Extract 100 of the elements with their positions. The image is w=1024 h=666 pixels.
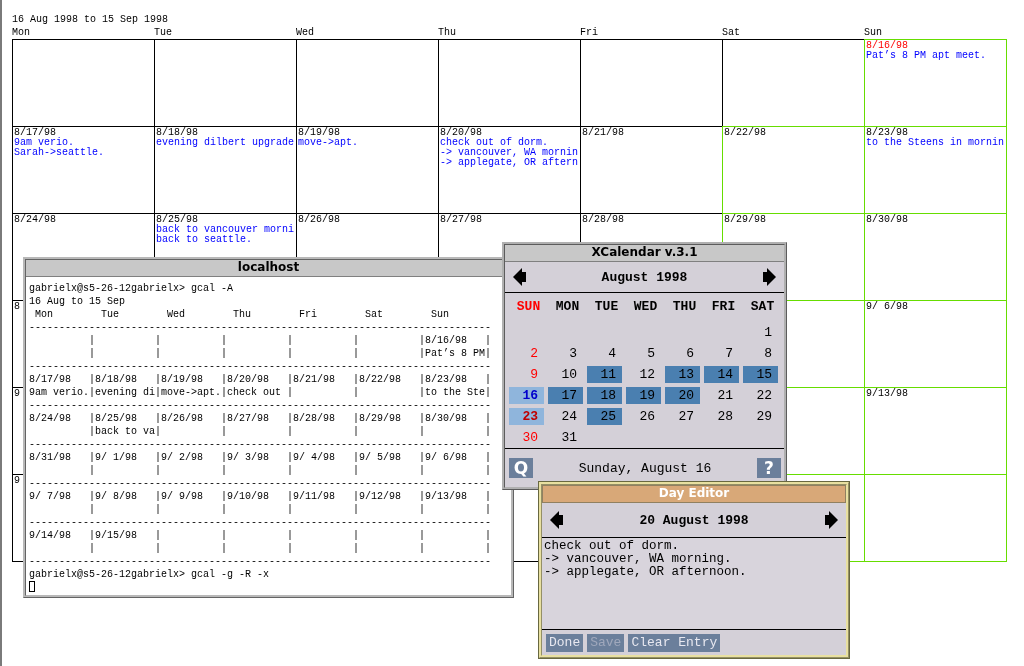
- terminal-line: | | | | | |Pat’s 8 PM|: [88, 347, 492, 360]
- day-cell[interactable]: 13: [665, 366, 700, 383]
- day-cell[interactable]: 27: [665, 408, 700, 425]
- terminal-line: 9/ 7/98 |9/ 8/98 |9/ 9/98 |9/10/98 |9/11/98 |9/12/98 |9/13/98 |: [29, 490, 492, 503]
- day-cell[interactable]: 11: [587, 366, 622, 383]
- event-text: 9am verio.: [14, 138, 74, 148]
- event-text: Pat’s 8 PM apt meet.: [866, 51, 987, 61]
- cell-date: 8/25/98: [156, 215, 198, 225]
- cell-date: 8/21/98: [582, 128, 624, 138]
- day-cell[interactable]: 4: [587, 345, 622, 362]
- day-cell[interactable]: 3: [548, 345, 583, 362]
- terminal-line: -----------------------------------------------------------------------------: [29, 321, 492, 334]
- terminal-line: -----------------------------------------------------------------------------: [29, 477, 492, 490]
- terminal-line: 9/14/98 |9/15/98 | | | | | |: [29, 529, 492, 542]
- calendar-cell[interactable]: 9/ 6/98: [864, 300, 1007, 388]
- terminal-line: -----------------------------------------------------------------------------: [29, 399, 492, 412]
- weekday-label: Sat: [722, 26, 740, 39]
- weekday-label: Sun: [864, 26, 882, 39]
- weekday-label: SUN: [516, 298, 541, 316]
- day-cell[interactable]: 15: [743, 366, 778, 383]
- terminal-line: | | | | | | |: [88, 464, 492, 477]
- event-text: back to seattle.: [156, 235, 252, 245]
- calendar-cell[interactable]: 8/22/98: [722, 126, 865, 214]
- terminal-line: gabrielx@s5-26-12gabrielx> gcal -g -R -x: [29, 568, 270, 581]
- calendar-cell[interactable]: 8/16/98 Pat’s 8 PM apt meet.: [864, 39, 1007, 127]
- day-cell[interactable]: 28: [704, 408, 739, 425]
- cell-date: 8/29/98: [724, 215, 766, 225]
- calendar-cell[interactable]: [12, 39, 155, 127]
- month-title: August 1998: [601, 269, 688, 285]
- event-text: move->apt.: [298, 138, 358, 148]
- terminal-line: gabrielx@s5-26-12gabrielx> gcal -A: [29, 282, 234, 295]
- weekday-label: FRI: [711, 298, 736, 316]
- event-text: check out of dorm.: [440, 138, 549, 148]
- day-cell[interactable]: 5: [626, 345, 661, 362]
- day-cell[interactable]: 12: [626, 366, 661, 383]
- cell-date: 8/30/98: [866, 215, 908, 225]
- day-cell[interactable]: 26: [626, 408, 661, 425]
- day-cell[interactable]: 7: [704, 345, 739, 362]
- terminal-line: -----------------------------------------------------------------------------: [29, 438, 492, 451]
- cell-date: 8/24/98: [14, 215, 56, 225]
- selected-date: Sunday, August 16: [578, 460, 712, 476]
- weekday-label: TUE: [594, 298, 619, 316]
- left-arrow-icon[interactable]: [550, 509, 564, 531]
- cell-date: 8/28/98: [582, 215, 624, 225]
- terminal-line: -----------------------------------------------------------------------------: [29, 516, 492, 529]
- day-cell[interactable]: 8: [743, 345, 778, 362]
- cell-date: 8/23/98: [866, 128, 908, 138]
- terminal-line: 8/17/98 |8/18/98 |8/19/98 |8/20/98 |8/21/98 |8/22/98 |8/23/98 |: [29, 373, 492, 386]
- terminal-line: | | | | | |8/16/98 |: [88, 334, 492, 347]
- cell-date: 9/ 6/98: [866, 302, 908, 312]
- weekday-label: Thu: [438, 26, 456, 39]
- event-text: -> applegate, OR aftern: [440, 158, 579, 168]
- day-cell[interactable]: 22: [743, 387, 778, 404]
- calendar-cell[interactable]: 8/30/98: [864, 213, 1007, 301]
- day-cell[interactable]: 20: [665, 387, 700, 404]
- day-cell[interactable]: 18: [587, 387, 622, 404]
- terminal-line: 8/24/98 |8/25/98 |8/26/98 |8/27/98 |8/28/98 |8/29/98 |8/30/98 |: [29, 412, 492, 425]
- terminal-line: | | | | | | |: [88, 503, 492, 516]
- help-button[interactable]: ?: [757, 458, 781, 478]
- day-cell[interactable]: 29: [743, 408, 778, 425]
- cell-date: 9/13/98: [866, 389, 908, 399]
- day-cell[interactable]: 31: [548, 429, 583, 446]
- cell-date: 8/18/98: [156, 128, 198, 138]
- day-cell[interactable]: 16: [509, 387, 544, 404]
- entry-field[interactable]: check out of dorm. -> vancouver, WA morning. -> applegate, OR afternoon.: [542, 538, 846, 630]
- day-cell[interactable]: 10: [548, 366, 583, 383]
- day-cell[interactable]: 6: [665, 345, 700, 362]
- cell-date: 8/16/98: [866, 41, 908, 51]
- day-cell[interactable]: 14: [704, 366, 739, 383]
- event-text: evening dilbert upgrade: [156, 138, 295, 148]
- cell-date: 8/19/98: [298, 128, 340, 138]
- text-cursor: [29, 581, 35, 592]
- day-cell[interactable]: 17: [548, 387, 583, 404]
- cell-date: 8/20/98: [440, 128, 482, 138]
- weekday-label: Mon: [12, 26, 30, 39]
- day-cell[interactable]: 25: [587, 408, 622, 425]
- terminal-line: | | | | | | |: [88, 542, 492, 555]
- cell-date: 9: [14, 389, 20, 399]
- window-title: XCalendar v.3.1: [505, 245, 784, 262]
- day-cell[interactable]: 19: [626, 387, 661, 404]
- left-arrow-icon[interactable]: [513, 266, 527, 288]
- calendar-cell[interactable]: 8/23/98 to the Steens in mornin: [864, 126, 1007, 214]
- cell-date: 8/26/98: [298, 215, 340, 225]
- day-cell[interactable]: 1: [743, 324, 778, 341]
- date-range: 16 Aug 1998 to 15 Sep 1998: [12, 14, 170, 26]
- right-arrow-icon[interactable]: [824, 509, 838, 531]
- weekday-label: SAT: [750, 298, 775, 316]
- right-arrow-icon[interactable]: [762, 266, 776, 288]
- day-cell[interactable]: 21: [704, 387, 739, 404]
- terminal-line: 16 Aug to 15 Sep: [29, 295, 125, 308]
- quit-button[interactable]: Q: [509, 458, 533, 478]
- cell-date: 9: [14, 476, 20, 486]
- cell-date: 8/22/98: [724, 128, 766, 138]
- event-text: back to vancouver morni: [156, 225, 295, 235]
- terminal-line: 8/31/98 |9/ 1/98 |9/ 2/98 |9/ 3/98 |9/ 4/98 |9/ 5/98 |9/ 6/98 |: [29, 451, 492, 464]
- terminal-line: 9am verio.|evening di|move->apt.|check out | | |to the Ste|: [29, 386, 492, 399]
- event-text: Sarah->seattle.: [14, 148, 104, 158]
- day-cell[interactable]: 24: [548, 408, 583, 425]
- calendar-cell[interactable]: 9/13/98: [864, 387, 1007, 475]
- cell-date: 8/27/98: [440, 215, 482, 225]
